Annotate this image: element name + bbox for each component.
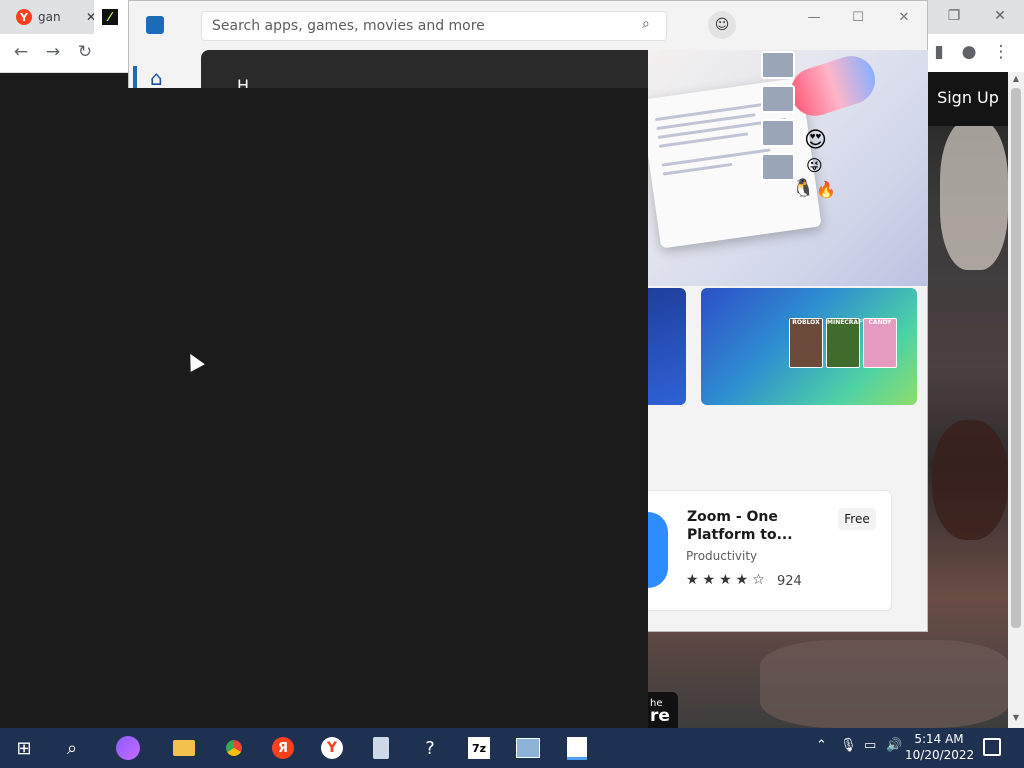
microphone-icon[interactable]: 🎙 (840, 738, 857, 753)
windows-start-icon[interactable]: ⊞ (0, 728, 48, 768)
browser-tab-yandex[interactable]: Y gan ✕ (8, 0, 104, 34)
home-icon[interactable]: ⌂ (150, 66, 178, 90)
zoom-app-icon (648, 512, 668, 588)
profile-icon[interactable]: ● (958, 41, 980, 63)
file-explorer-icon[interactable] (160, 728, 208, 768)
search-icon[interactable]: ⌕ (642, 16, 660, 34)
collection-tile[interactable] (648, 288, 686, 405)
game-cover[interactable]: ROBLOX (789, 318, 823, 368)
microsoft-store-icon (146, 16, 164, 34)
yandex-icon: Y (16, 9, 32, 25)
chevron-up-icon[interactable]: ⌃ (816, 738, 827, 753)
game-cover[interactable]: MINECRAFT (826, 318, 866, 368)
app-category: Productivity (686, 549, 758, 563)
sign-up-link[interactable]: Sign Up (930, 88, 1006, 107)
restore-window-button[interactable]: ❐ (934, 4, 974, 28)
taskbar-clock[interactable]: 5:14 AM 10/20/2022 (905, 731, 975, 763)
back-arrow-icon[interactable]: ← (10, 41, 32, 63)
penguin-icon: 🐧 (792, 178, 815, 199)
menu-kebab-icon[interactable]: ⋮ (990, 41, 1012, 63)
notification-center-icon[interactable] (983, 738, 1001, 756)
maximize-button[interactable]: ☐ (836, 6, 880, 28)
image-viewer-icon[interactable] (504, 728, 552, 768)
app-title[interactable]: Zoom - One Platform to... (687, 508, 827, 544)
nav-selected-indicator (133, 66, 137, 88)
game-cover[interactable]: CANDY (863, 318, 897, 368)
app-price-badge: Free (838, 508, 876, 530)
promo-banner[interactable]: he re (648, 692, 678, 728)
scroll-down-icon[interactable]: ▼ (1008, 713, 1024, 727)
food-image-detail (760, 640, 1010, 728)
emoji-icon: 😜 (806, 156, 823, 175)
microsoft-store-icon[interactable] (553, 728, 601, 768)
chrome-icon[interactable] (210, 728, 258, 768)
close-store-button[interactable]: ✕ (882, 6, 926, 28)
forward-arrow-icon[interactable]: → (42, 41, 64, 63)
sidebar-icon[interactable]: ▮ (928, 41, 950, 63)
games-collection-tile[interactable]: ROBLOX MINECRAFT CANDY (701, 288, 917, 405)
reload-icon[interactable]: ↻ (74, 41, 96, 63)
yandex-browser-icon[interactable]: Я (259, 728, 307, 768)
app-favicon-icon: ⁄ (102, 9, 118, 25)
scrollbar-thumb[interactable] (1011, 88, 1021, 628)
yandex-icon[interactable]: Y (308, 728, 356, 768)
scroll-up-icon[interactable]: ▲ (1008, 74, 1024, 88)
hero-banner[interactable]: H (201, 50, 648, 95)
7zip-icon[interactable]: 7z (455, 728, 503, 768)
calculator-icon[interactable] (357, 728, 405, 768)
emoji-icon: 😍 (804, 128, 827, 153)
blank-overlay-panel (0, 88, 648, 728)
minimize-button[interactable]: — (792, 6, 836, 28)
browser-tab-label: gan (38, 10, 61, 24)
food-image-detail (932, 420, 1008, 540)
star-rating: ★★★★☆ (686, 572, 769, 588)
clock-time: 5:14 AM (914, 732, 964, 746)
user-icon[interactable]: ☺ (708, 11, 736, 39)
close-browser-button[interactable]: ✕ (980, 4, 1020, 28)
search-icon[interactable]: ⌕ (48, 728, 96, 768)
network-icon[interactable]: ▭ (864, 738, 876, 753)
fire-icon: 🔥 (816, 180, 836, 199)
volume-icon[interactable]: 🔊 (886, 738, 902, 753)
help-icon[interactable]: ? (406, 728, 454, 768)
rating-count: 924 (777, 574, 802, 589)
food-image-detail (940, 120, 1008, 270)
clock-date: 10/20/2022 (905, 748, 975, 762)
alice-assistant-icon[interactable] (104, 728, 152, 768)
store-search-input[interactable]: Search apps, games, movies and more (201, 11, 667, 41)
video-call-thumbnails (760, 50, 828, 181)
